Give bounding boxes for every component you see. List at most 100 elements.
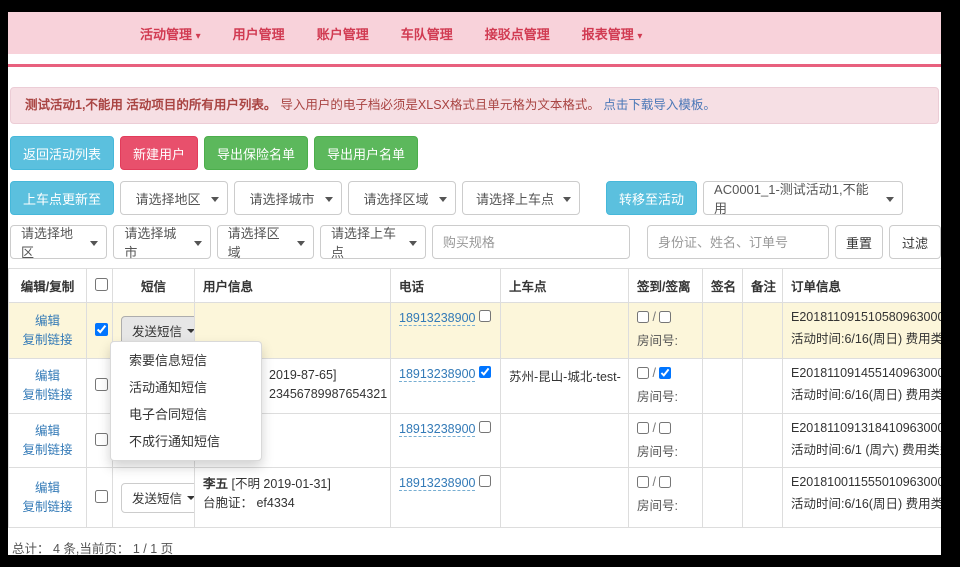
order-number: E20181001155501096300003 [791,475,941,489]
search-filter-row: 请选择地区 请选择城市 请选择区域 请选择上车点 重置 过滤 [8,225,941,259]
checkout-checkbox [659,476,671,488]
menu-item-econtract-sms[interactable]: 电子合同短信 [111,401,261,428]
page: 活动管理 ▾ 用户管理 账户管理 车队管理 接驳点管理 报表管理 ▾ 测试活动1… [8,12,941,555]
table-header-row: 编辑/复制 短信 用户信息 电话 上车点 签到/签离 签名 备注 订单信息 [9,269,942,303]
menu-item-cancel-notice-sms[interactable]: 不成行通知短信 [111,428,261,455]
remark-cell [743,359,783,414]
checkin-checkbox [637,476,649,488]
pickup-point-cell [501,303,629,359]
filter-button[interactable]: 过滤 [889,225,941,259]
phone-link[interactable]: 18913238900 [399,311,475,326]
chevron-down-icon [90,241,98,246]
notice-body: 导入用户的电子档必须是XLSX格式且单元格为文本格式。 [280,98,599,112]
back-to-activity-list-button[interactable]: 返回活动列表 [10,136,114,170]
phone-link[interactable]: 18913238900 [399,422,475,437]
chevron-down-icon [439,197,447,202]
remark-cell [743,468,783,528]
nav-fleet-management[interactable]: 车队管理 [401,24,453,43]
copy-link[interactable]: 复制链接 [17,441,78,460]
menu-item-request-info-sms[interactable]: 索要信息短信 [111,347,261,374]
pickup-point-cell [501,414,629,468]
district-select[interactable]: 请选择区域 [348,181,456,215]
row-select-checkbox[interactable] [95,433,108,446]
nav-account-management[interactable]: 账户管理 [317,24,369,43]
region-select-2[interactable]: 请选择地区 [10,225,107,259]
row-select-checkbox[interactable] [95,323,108,336]
phone-checkbox[interactable] [479,421,491,433]
header-remark: 备注 [743,269,783,303]
edit-link[interactable]: 编辑 [17,479,78,498]
copy-link[interactable]: 复制链接 [17,331,78,350]
copy-link[interactable]: 复制链接 [17,498,78,517]
nav-activity-management[interactable]: 活动管理 ▾ [140,24,201,43]
pickup-point-cell [501,468,629,528]
nav-user-management[interactable]: 用户管理 [233,24,285,43]
reset-button[interactable]: 重置 [835,225,883,259]
new-user-button[interactable]: 新建用户 [120,136,198,170]
order-meta: 活动时间:6/16(周日) 费用类型 [791,493,941,512]
room-number-label: 房间号: [637,495,694,514]
edit-link[interactable]: 编辑 [17,367,78,386]
phone-checkbox[interactable] [479,475,491,487]
header-signature: 签名 [703,269,743,303]
export-insurance-list-button[interactable]: 导出保险名单 [204,136,308,170]
user-name: 李五 [203,477,228,491]
row-select-checkbox[interactable] [95,490,108,503]
nav-report-management[interactable]: 报表管理 ▾ [582,24,643,43]
chevron-down-icon [211,197,219,202]
download-template-link[interactable]: 点击下载导入模板。 [603,98,716,112]
pickup-point-select[interactable]: 请选择上车点 [462,181,580,215]
header-edit-copy: 编辑/复制 [9,269,87,303]
checkin-checkbox [637,367,649,379]
edit-link[interactable]: 编辑 [17,312,78,331]
room-number-label: 房间号: [637,386,694,405]
pagination-summary: 总计： 4 条,当前页： 1 / 1 页 [8,538,941,555]
chevron-down-icon: ▾ [637,31,642,42]
district-select-2[interactable]: 请选择区域 [217,225,314,259]
city-select[interactable]: 请选择城市 [234,181,342,215]
order-number: E20181109131841096300031 [791,421,941,435]
chevron-down-icon [409,241,417,246]
export-user-list-button[interactable]: 导出用户名单 [314,136,418,170]
header-order-info: 订单信息 [783,269,942,303]
remark-cell [743,414,783,468]
transfer-to-activity-button[interactable]: 转移至活动 [606,181,697,215]
pickup-point-select-2[interactable]: 请选择上车点 [320,225,426,259]
order-meta: 活动时间:6/1 (周六) 费用类型 [791,439,941,458]
sms-dropdown-menu: 索要信息短信 活动通知短信 电子合同短信 不成行通知短信 [110,341,262,461]
remark-cell [743,303,783,359]
header-user-info: 用户信息 [195,269,391,303]
pickup-point-cell: 苏州-昆山-城北-test- [501,359,629,414]
order-meta: 活动时间:6/16(周日) 费用类型 [791,328,941,347]
action-toolbar: 返回活动列表 新建用户 导出保险名单 导出用户名单 [8,136,941,170]
nav-shuttle-point-management[interactable]: 接驳点管理 [485,24,550,43]
chevron-down-icon [297,241,305,246]
pickup-update-filter-row: 上车点更新至 请选择地区 请选择城市 请选择区域 请选择上车点 转移至活动 AC… [8,181,941,215]
search-input[interactable] [647,225,829,259]
update-pickup-point-button[interactable]: 上车点更新至 [10,181,114,215]
edit-link[interactable]: 编辑 [17,422,78,441]
row-select-checkbox[interactable] [95,378,108,391]
select-all-checkbox[interactable] [95,278,108,291]
header-pickup-point: 上车点 [501,269,629,303]
phone-link[interactable]: 18913238900 [399,476,475,491]
copy-link[interactable]: 复制链接 [17,386,78,405]
phone-link[interactable]: 18913238900 [399,367,475,382]
region-select[interactable]: 请选择地区 [120,181,228,215]
caret-down-icon [187,329,194,333]
header-sms: 短信 [113,269,195,303]
menu-item-activity-notice-sms[interactable]: 活动通知短信 [111,374,261,401]
room-number-label: 房间号: [637,330,694,349]
purchase-spec-input[interactable] [432,225,630,259]
header-checkin-checkout: 签到/签离 [629,269,703,303]
accent-divider [8,64,941,67]
city-select-2[interactable]: 请选择城市 [113,225,210,259]
send-sms-button[interactable]: 发送短信 [121,483,195,513]
phone-checkbox[interactable] [479,366,491,378]
phone-checkbox[interactable] [479,310,491,322]
notice-highlight: 测试活动1,不能用 活动项目的所有用户列表。 [25,98,276,112]
target-activity-select[interactable]: AC0001_1-测试活动1,不能用 [703,181,903,215]
order-number: E20181109151058096300025 [791,310,941,324]
chevron-down-icon [194,241,202,246]
notice-banner: 测试活动1,不能用 活动项目的所有用户列表。导入用户的电子档必须是XLSX格式且… [10,87,939,124]
